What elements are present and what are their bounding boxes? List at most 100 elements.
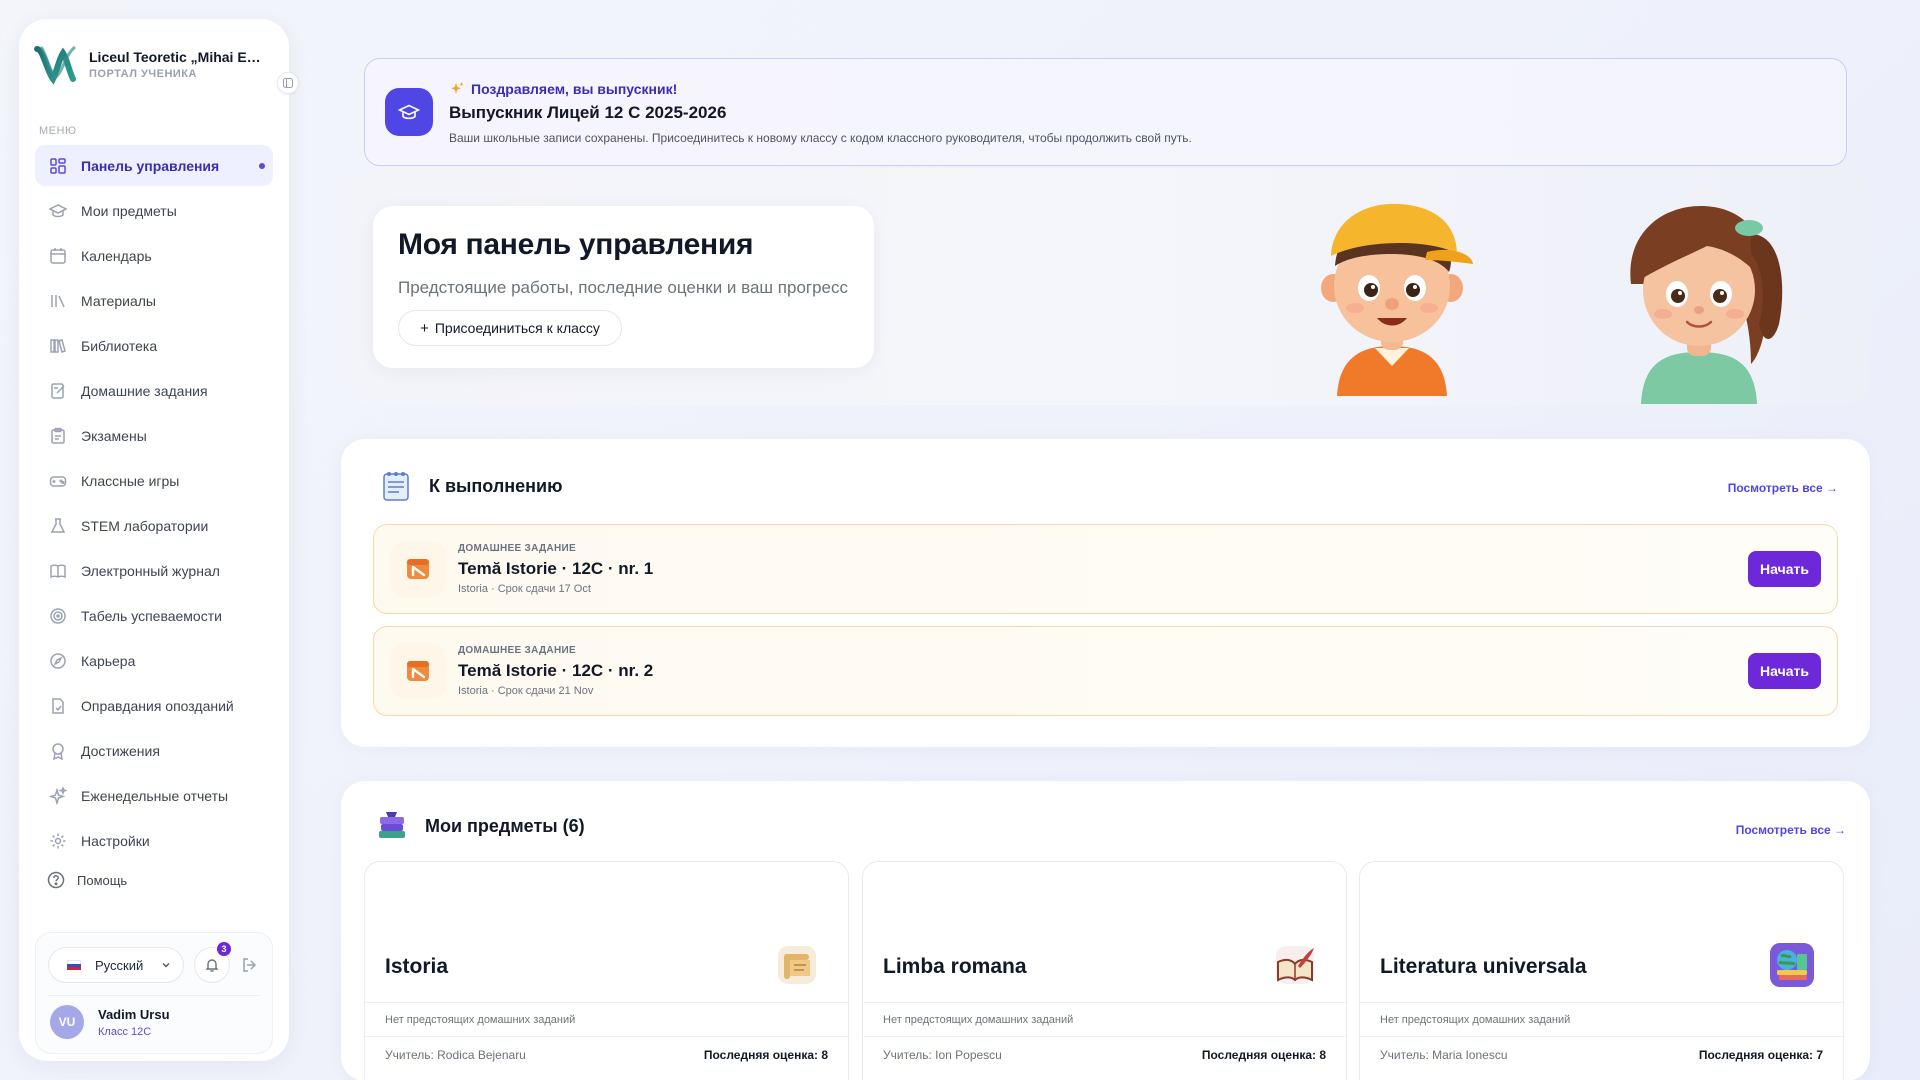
join-class-label: Присоединиться к классу	[434, 320, 600, 336]
subject-teacher: Учитель: Rodica Bejenaru	[385, 1048, 526, 1062]
task-card[interactable]: ДОМАШНЕЕ ЗАДАНИЕ Temă Istorie · 12C · nr…	[373, 626, 1838, 716]
avatar[interactable]: VU	[50, 1005, 84, 1039]
collapse-sidebar-button[interactable]	[277, 72, 299, 94]
compass-icon	[50, 652, 66, 669]
subject-last-grade: Последняя оценка: 8	[1201, 1048, 1326, 1062]
brand[interactable]: Liceul Teoretic „Mihai Emi... ПОРТАЛ УЧЕ…	[33, 37, 293, 91]
homework-icon	[407, 559, 429, 579]
dashboard-icon	[50, 157, 66, 174]
subject-card[interactable]: Literatura universala Нет предстоящих до…	[1359, 861, 1844, 1080]
user-panel: Русский 3 VU Vadim Ursu Класс 12C	[35, 932, 273, 1054]
subject-last-grade: Последняя оценка: 8	[703, 1048, 828, 1062]
materials-icon	[51, 294, 65, 307]
sidebar-item-late-excuses[interactable]: Оправдания опозданий	[35, 685, 273, 726]
help-label: Помощь	[77, 872, 128, 888]
sidebar-item-label: Достижения	[81, 742, 160, 759]
sidebar-item-materials[interactable]: Материалы	[35, 280, 273, 321]
divider	[1360, 1002, 1843, 1003]
task-meta: Istoria · Срок сдачи 21 Nov	[458, 685, 594, 697]
bell-icon	[205, 959, 219, 972]
subjects-view-all-link[interactable]: Посмотреть все →	[1736, 823, 1846, 837]
portal-label: ПОРТАЛ УЧЕНИКА	[89, 67, 197, 80]
sidebar-item-achievements[interactable]: Достижения	[35, 730, 273, 771]
sidebar-item-my-subjects[interactable]: Мои предметы	[35, 190, 273, 231]
join-class-button[interactable]: + Присоединиться к классу	[398, 310, 622, 346]
start-task-button[interactable]: Начать	[1748, 551, 1821, 587]
sidebar-item-stem-labs[interactable]: STEM лаборатории	[35, 505, 273, 546]
divider	[365, 1036, 848, 1037]
quill-book-icon	[1276, 946, 1314, 984]
sidebar-item-dashboard[interactable]: Панель управления	[35, 145, 273, 186]
school-name: Liceul Teoretic „Mihai Emi...	[89, 48, 269, 65]
subject-card[interactable]: Istoria Нет предстоящих домашних заданий…	[364, 861, 849, 1080]
page-subtitle: Предстоящие работы, последние оценки и в…	[398, 278, 849, 297]
subject-homework-status: Нет предстоящих домашних заданий	[385, 1014, 576, 1026]
help-link[interactable]: Помощь	[47, 871, 127, 889]
task-type: ДОМАШНЕЕ ЗАДАНИЕ	[458, 645, 576, 656]
task-name: Temă Istorie · 12C · nr. 1	[458, 559, 654, 578]
sidebar: Liceul Teoretic „Mihai Emi... ПОРТАЛ УЧЕ…	[19, 19, 299, 1061]
logout-icon[interactable]	[240, 955, 260, 975]
sidebar-item-e-journal[interactable]: Электронный журнал	[35, 550, 273, 591]
divider	[1360, 1036, 1843, 1037]
sidebar-item-class-games[interactable]: Классные игры	[35, 460, 273, 501]
sidebar-item-career[interactable]: Карьера	[35, 640, 273, 681]
divider	[863, 1036, 1346, 1037]
notifications-button[interactable]: 3	[194, 942, 231, 983]
sidebar-nav: Панель управления Мои предметы Календарь…	[35, 145, 273, 865]
globe-books-icon	[1770, 943, 1814, 987]
sidebar-item-label: Материалы	[81, 292, 156, 309]
dashboard-hero: Моя панель управления Предстоящие работы…	[341, 168, 1870, 405]
library-icon	[50, 338, 66, 353]
sidebar-item-label: Еженедельные отчеты	[81, 787, 229, 804]
plus-icon: +	[420, 319, 429, 337]
sidebar-item-calendar[interactable]: Календарь	[35, 235, 273, 276]
sidebar-item-label: Оправдания опозданий	[81, 697, 234, 714]
homework-badge	[390, 541, 446, 597]
subject-card[interactable]: Limba romana Нет предстоящих домашних за…	[862, 861, 1347, 1080]
sidebar-item-label: Библиотека	[81, 337, 158, 354]
sidebar-item-settings[interactable]: Настройки	[35, 820, 273, 861]
sidebar-item-homework[interactable]: Домашние задания	[35, 370, 273, 411]
todo-title: К выполнению	[429, 475, 563, 496]
sidebar-item-report-card[interactable]: Табель успеваемости	[35, 595, 273, 636]
page-title: Моя панель управления	[398, 228, 754, 261]
calendar-icon	[50, 247, 66, 264]
russia-flag-icon	[67, 960, 81, 970]
boy-character-illustration	[1321, 203, 1473, 396]
todo-panel: К выполнению Посмотреть все → ДОМАШНЕЕ З…	[341, 439, 1870, 747]
divider	[863, 1002, 1346, 1003]
language-select[interactable]: Русский	[48, 947, 184, 983]
graduation-cap-icon	[398, 104, 420, 120]
subjects-title: Мои предметы (6)	[425, 815, 585, 836]
todo-view-all-link[interactable]: Посмотреть все →	[1728, 481, 1838, 495]
sidebar-item-weekly-reports[interactable]: Еженедельные отчеты	[35, 775, 273, 816]
sidebar-item-label: Классные игры	[81, 472, 180, 489]
sidebar-item-label: Календарь	[81, 247, 152, 264]
task-meta: Istoria · Срок сдачи 17 Oct	[458, 583, 591, 595]
sidebar-collapse-icon	[283, 78, 293, 88]
award-icon	[52, 742, 64, 760]
sparkles-icon	[451, 82, 464, 94]
sidebar-item-library[interactable]: Библиотека	[35, 325, 273, 366]
sidebar-item-label: STEM лаборатории	[81, 517, 209, 534]
girl-character-illustration	[1630, 206, 1783, 404]
subject-last-grade: Последняя оценка: 7	[1698, 1048, 1823, 1062]
start-task-button[interactable]: Начать	[1748, 653, 1821, 689]
gear-icon	[50, 833, 66, 848]
subjects-panel: Мои предметы (6) Посмотреть все → Istori…	[341, 781, 1870, 1080]
subjects-header: Мои предметы (6)	[375, 809, 585, 843]
sidebar-item-label: Электронный журнал	[81, 562, 220, 579]
active-indicator	[259, 163, 265, 169]
target-icon	[50, 607, 66, 624]
user-class: Класс 12C	[98, 1026, 152, 1038]
todo-header: К выполнению	[379, 469, 562, 503]
task-card[interactable]: ДОМАШНЕЕ ЗАДАНИЕ Temă Istorie · 12C · nr…	[373, 524, 1838, 614]
sidebar-item-label: Домашние задания	[81, 382, 208, 399]
scroll-icon	[778, 946, 816, 984]
sidebar-item-exams[interactable]: Экзамены	[35, 415, 273, 456]
sidebar-item-label: Табель успеваемости	[81, 607, 222, 624]
subject-name: Istoria	[385, 955, 449, 978]
task-name: Temă Istorie · 12C · nr. 2	[458, 661, 654, 680]
gamepad-icon	[49, 475, 67, 487]
